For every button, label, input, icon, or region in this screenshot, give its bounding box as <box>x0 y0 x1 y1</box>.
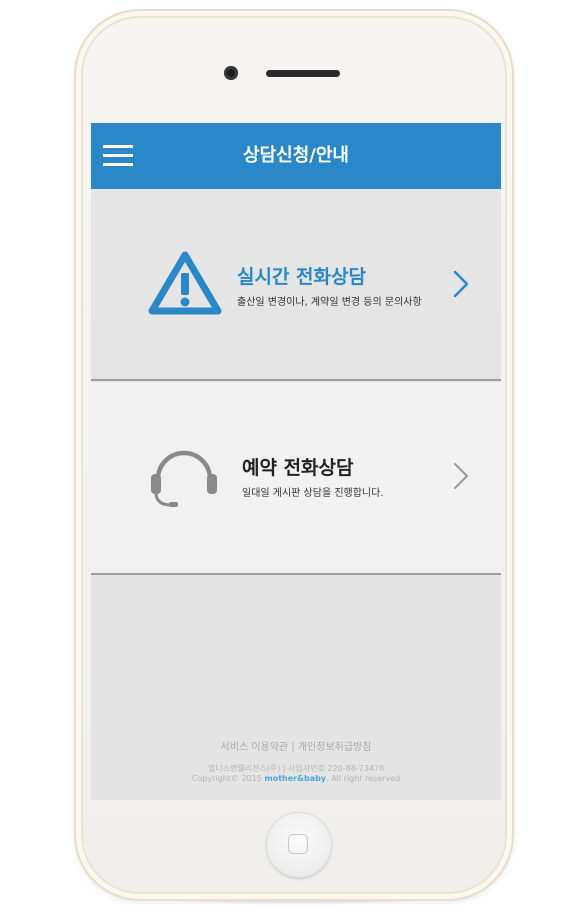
app-footer: 서비스 이용약관 | 개인정보취급방침 헬니스앤웰리전스(주) | 사업자번호 … <box>91 738 501 784</box>
item-description: 일대일 게시판 상담을 진행합니다. <box>242 488 384 499</box>
item-title: 예약 전화상담 <box>242 457 354 479</box>
chevron-right-icon <box>453 270 469 298</box>
home-button[interactable] <box>266 812 332 878</box>
chevron-right-icon <box>453 462 469 490</box>
app-header: 상담신청/안내 <box>91 123 501 189</box>
copyright-prefix: Copyright© 2015 <box>191 774 265 783</box>
reservation-phone-consult-item[interactable]: 예약 전화상담 일대일 게시판 상담을 진행합니다. <box>91 382 501 575</box>
copyright-suffix: . All right reserved <box>326 774 401 783</box>
copyright: Copyright© 2015 mother&baby. All right r… <box>91 774 501 784</box>
headset-icon <box>149 441 219 511</box>
brand-name: mother&baby <box>264 774 327 783</box>
warning-triangle-icon <box>147 249 223 317</box>
app-screen: 상담신청/안내 실시간 전화상담 출산일 변경이나, 계약일 변경 등의 문의사… <box>91 123 501 800</box>
company-info: 헬니스앤웰리전스(주) | 사업자번호 220-88-73478 <box>207 764 385 773</box>
item-title: 실시간 전화상담 <box>237 266 366 288</box>
phone-camera <box>224 66 238 80</box>
page-title: 상담신청/안내 <box>243 145 349 166</box>
footer-info: 헬니스앤웰리전스(주) | 사업자번호 220-88-73478 Copyrig… <box>91 764 501 784</box>
footer-links[interactable]: 서비스 이용약관 | 개인정보취급방침 <box>91 738 501 753</box>
phone-speaker <box>266 70 340 77</box>
item-description: 출산일 변경이나, 계약일 변경 등의 문의사항 <box>237 297 422 308</box>
realtime-phone-consult-item[interactable]: 실시간 전화상담 출산일 변경이나, 계약일 변경 등의 문의사항 <box>91 189 501 381</box>
home-button-square-icon <box>288 834 308 854</box>
